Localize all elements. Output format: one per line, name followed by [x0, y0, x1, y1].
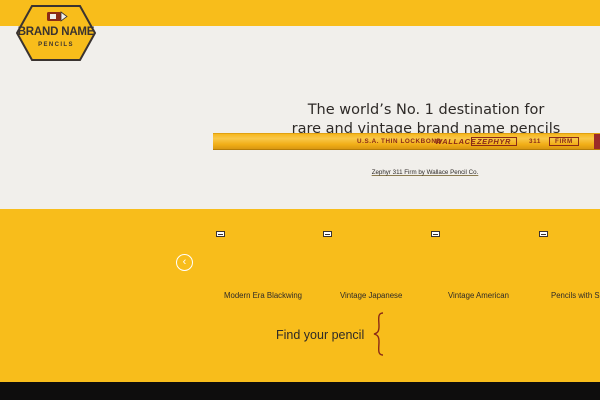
category-vintage-japanese[interactable]: Vintage Japanese	[340, 291, 402, 300]
pencil-thumbnail-icon[interactable]	[431, 231, 440, 237]
pencil-grade: FIRM	[549, 137, 579, 146]
pencil-number: 311	[529, 138, 541, 145]
category-pencils-with[interactable]: Pencils with S	[551, 291, 600, 300]
pencil-thumbnail-icon[interactable]	[216, 231, 225, 237]
pencil-ferrule	[594, 134, 600, 149]
pencil-thumbnail-icon[interactable]	[323, 231, 332, 237]
pencil-thumbnail-icon[interactable]	[539, 231, 548, 237]
pencil-origin: U.S.A.	[357, 138, 380, 145]
chevron-left-icon[interactable]: ‹	[176, 254, 193, 271]
pencil-name: ZEPHYR	[471, 137, 518, 146]
curly-brace-icon	[373, 312, 384, 356]
find-your-pencil-heading: Find your pencil	[276, 328, 365, 342]
brand-logo[interactable]: BRAND NAME PENCILS	[16, 4, 96, 62]
headline-line-1: The world’s No. 1 destination for	[307, 102, 545, 118]
brand-subtitle: PENCILS	[38, 42, 74, 48]
brand-name: BRAND NAME	[17, 26, 95, 38]
category-modern-era-blackwing[interactable]: Modern Era Blackwing	[224, 291, 302, 300]
pencil-image: U.S.A. THIN LOCKBOND WALLACE ZEPHYR 311 …	[213, 133, 600, 150]
pencil-caption-link[interactable]: Zephyr 311 Firm by Wallace Pencil Co.	[340, 169, 510, 176]
footer-bar	[0, 382, 600, 400]
category-vintage-american[interactable]: Vintage American	[448, 291, 509, 300]
pencil-model: THIN LOCKBOND	[381, 138, 442, 145]
